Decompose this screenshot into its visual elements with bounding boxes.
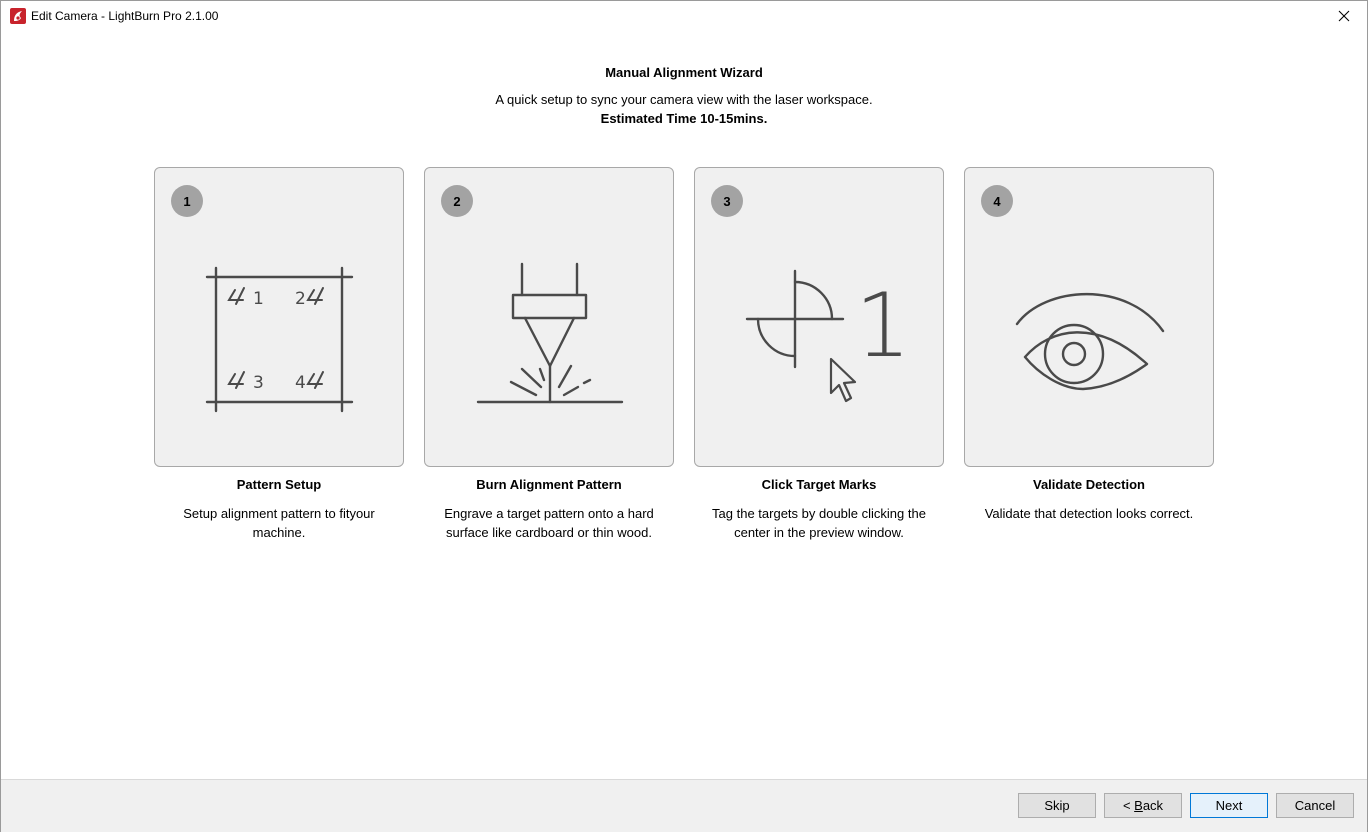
step-description: Tag the targets by double clicking the c… [712, 506, 926, 540]
wizard-estimate: Estimated Time 10-15mins. [600, 111, 768, 126]
close-icon [1338, 10, 1350, 22]
step-title-burn-pattern: Burn Alignment Pattern [476, 477, 622, 492]
step-card-click-targets: 3 1 [694, 167, 944, 467]
wizard-content: Manual Alignment Wizard A quick setup to… [1, 31, 1367, 779]
lightburn-logo-icon [10, 8, 26, 24]
cancel-button[interactable]: Cancel [1276, 793, 1354, 818]
back-button-prefix: < [1122, 798, 1135, 813]
back-button-mnemonic: B [1134, 798, 1143, 813]
laser-head-icon [476, 262, 624, 404]
step-card-validate: 4 [964, 167, 1214, 467]
pattern-label-4: 4 [295, 373, 306, 393]
eye-icon [1015, 292, 1165, 391]
target-label: 1 [855, 274, 911, 377]
title-bar[interactable]: Edit Camera - LightBurn Pro 2.1.00 [1, 1, 1367, 31]
alignment-pattern-icon: 1 2 3 4 [205, 266, 354, 413]
close-button[interactable] [1321, 1, 1367, 31]
step-title-validate: Validate Detection [1033, 477, 1145, 492]
step-description: Setup alignment pattern to fityour machi… [183, 506, 375, 540]
wizard-subtitle: A quick setup to sync your camera view w… [495, 92, 873, 107]
step-card-pattern-setup: 1 1 2 3 4 [154, 167, 404, 467]
step-card-burn-pattern: 2 [424, 167, 674, 467]
step-description: Validate that detection looks correct. [984, 506, 1194, 521]
skip-button[interactable]: Skip [1018, 793, 1096, 818]
pattern-label-2: 2 [295, 289, 306, 309]
pattern-label-3: 3 [253, 373, 264, 393]
window-title: Edit Camera - LightBurn Pro 2.1.00 [31, 9, 219, 23]
back-button[interactable]: < Back [1104, 793, 1182, 818]
back-button-rest: ack [1142, 798, 1164, 813]
next-button[interactable]: Next [1190, 793, 1268, 818]
target-cursor-icon: 1 [745, 269, 911, 403]
step-description: Engrave a target pattern onto a hard sur… [444, 506, 654, 540]
step-title-click-targets: Click Target Marks [761, 477, 877, 492]
button-bar: Skip < Back Next Cancel [1, 779, 1367, 832]
pattern-label-1: 1 [253, 289, 264, 309]
wizard-title: Manual Alignment Wizard [605, 65, 763, 80]
step-title-pattern-setup: Pattern Setup [236, 477, 322, 492]
